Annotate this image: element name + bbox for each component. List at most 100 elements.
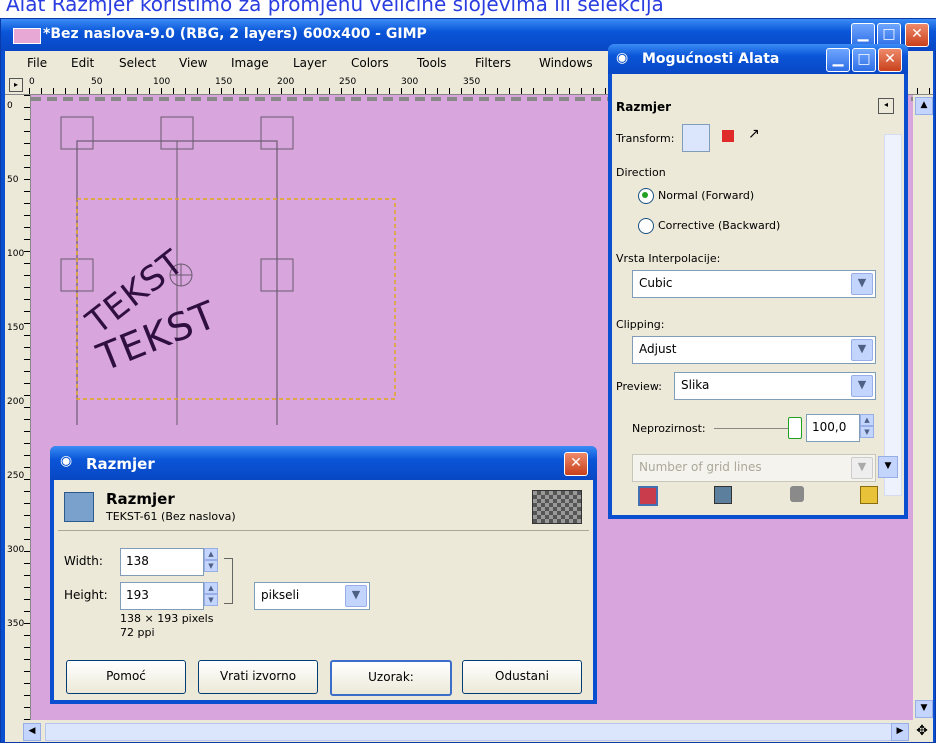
chevron-down-icon[interactable]: ▼ [851, 339, 873, 361]
menu-filters[interactable]: Filters [475, 56, 511, 70]
clipping-select[interactable]: Adjust ▼ [632, 336, 876, 364]
close-button[interactable]: ✕ [905, 23, 929, 47]
tool-options-titlebar[interactable]: ◉ Mogućnosti Alata ▁ □ ✕ [608, 44, 908, 74]
chevron-down-icon[interactable]: ▼ [851, 375, 873, 397]
direction-corrective-label: Corrective (Backward) [658, 219, 781, 232]
transform-layer-icon[interactable] [682, 124, 710, 152]
opacity-value: 100,0 [812, 420, 847, 434]
page-caption: Alat Razmjer koristimo za promjenu velič… [6, 0, 664, 16]
ruler-label: 300 [7, 545, 25, 555]
close-button[interactable]: ✕ [564, 452, 588, 476]
width-label: Width: [64, 554, 103, 568]
unit-select[interactable]: pikseli ▼ [254, 582, 370, 610]
width-spinner[interactable]: ▲ ▼ [204, 548, 218, 574]
ruler-label: 50 [91, 77, 103, 87]
minimize-button[interactable]: ▁ [826, 48, 850, 72]
tool-heading: Razmjer [616, 100, 671, 114]
direction-normal-label: Normal (Forward) [658, 189, 755, 202]
interpolation-label: Vrsta Interpolacije: [616, 252, 721, 265]
ruler-label: 200 [277, 77, 295, 87]
panel-menu-icon[interactable]: ▼ [878, 456, 898, 478]
quick-mask-icon[interactable]: ▸ [9, 78, 23, 92]
height-spinner[interactable]: ▲ ▼ [204, 582, 218, 608]
tool-options-title: Mogućnosti Alata [642, 51, 780, 67]
collapse-icon[interactable]: ◂ [878, 98, 894, 114]
reset-options-icon[interactable] [860, 486, 878, 504]
navigate-icon[interactable]: ✥ [913, 722, 931, 740]
width-input[interactable]: 138 [120, 548, 204, 576]
menu-file[interactable]: File [27, 56, 47, 70]
interpolation-select[interactable]: Cubic ▼ [632, 270, 876, 298]
scale-dialog-titlebar[interactable]: ◉ Razmjer ✕ [50, 446, 597, 480]
scroll-up-icon[interactable]: ▲ [915, 97, 933, 115]
scale-subheading: TEKST-61 (Bez naslova) [106, 510, 236, 523]
scale-button[interactable]: Uzorak: [330, 660, 452, 696]
direction-corrective-radio[interactable] [638, 218, 654, 234]
ruler-label: 100 [153, 77, 171, 87]
width-value: 138 [126, 554, 149, 568]
tool-options-dialog: ◉ Mogućnosti Alata ▁ □ ✕ Razmjer ◂ Trans… [608, 44, 908, 519]
delete-options-icon[interactable] [790, 486, 804, 502]
opacity-label: Neprozirnost: [632, 422, 706, 435]
vertical-ruler[interactable]: 0 50 100 150 200 250 300 350 [5, 95, 31, 720]
scroll-thumb[interactable] [45, 723, 897, 741]
preview-label: Preview: [616, 380, 662, 393]
chevron-down-icon[interactable]: ▼ [345, 585, 367, 607]
cancel-button[interactable]: Odustani [462, 660, 582, 694]
opacity-slider-track[interactable] [714, 428, 794, 429]
chevron-down-icon[interactable]: ▼ [851, 273, 873, 295]
menu-image[interactable]: Image [231, 56, 269, 70]
horizontal-scrollbar[interactable]: ◀ ▶ ✥ [5, 720, 933, 742]
preview-value: Slika [681, 378, 710, 392]
opacity-input[interactable]: 100,0 [806, 414, 860, 442]
menu-view[interactable]: View [179, 56, 207, 70]
ruler-label: 150 [7, 323, 25, 333]
help-button[interactable]: Pomoć [66, 660, 186, 694]
scale-dialog: ◉ Razmjer ✕ Razmjer TEKST-61 (Bez naslov… [50, 446, 597, 704]
divider [58, 530, 589, 531]
ruler-label: 0 [29, 77, 35, 87]
restore-options-icon[interactable] [714, 486, 732, 504]
direction-normal-radio[interactable] [638, 188, 654, 204]
height-input[interactable]: 193 [120, 582, 204, 610]
ruler-label: 100 [7, 249, 25, 259]
menu-edit[interactable]: Edit [71, 56, 94, 70]
tool-options-panel: Razmjer ◂ Transform: ↗ Direction Normal … [612, 74, 904, 515]
preview-select[interactable]: Slika ▼ [674, 372, 876, 400]
menu-colors[interactable]: Colors [351, 56, 389, 70]
ruler-label: 250 [339, 77, 357, 87]
scale-dialog-title: Razmjer [86, 455, 155, 473]
ruler-label: 350 [463, 77, 481, 87]
ruler-label: 0 [7, 101, 13, 111]
ruler-label: 150 [215, 77, 233, 87]
transform-selection-icon[interactable] [722, 130, 734, 142]
save-options-icon[interactable] [638, 486, 658, 506]
ruler-label: 200 [7, 397, 25, 407]
clipping-label: Clipping: [616, 318, 665, 331]
chain-link-icon[interactable] [224, 558, 233, 604]
scroll-left-icon[interactable]: ◀ [23, 723, 41, 741]
panel-scrollbar[interactable] [884, 134, 902, 496]
menu-select[interactable]: Select [119, 56, 156, 70]
menu-layer[interactable]: Layer [293, 56, 326, 70]
opacity-spinner[interactable]: ▲ ▼ [860, 414, 874, 440]
transform-overlay[interactable] [31, 95, 431, 425]
vertical-scrollbar[interactable]: ▲ ▼ [913, 95, 933, 720]
scroll-down-icon[interactable]: ▼ [915, 700, 933, 718]
scale-tool-icon [64, 492, 94, 522]
transform-label: Transform: [616, 132, 675, 145]
close-button[interactable]: ✕ [878, 48, 902, 72]
menu-tools[interactable]: Tools [417, 56, 447, 70]
menu-windows[interactable]: Windows [539, 56, 593, 70]
scroll-right-icon[interactable]: ▶ [891, 723, 909, 741]
maximize-button[interactable]: □ [852, 48, 876, 72]
opacity-slider-handle[interactable] [788, 417, 802, 439]
grid-lines-select[interactable]: Number of grid lines ▼ [632, 454, 876, 482]
gimp-app-icon: ◉ [60, 453, 73, 469]
transform-path-icon[interactable]: ↗ [748, 126, 760, 142]
ruler-ticks [24, 95, 30, 720]
ruler-label: 250 [7, 471, 25, 481]
reset-button[interactable]: Vrati izvorno [198, 660, 318, 694]
chevron-down-icon[interactable]: ▼ [851, 457, 873, 479]
gimp-app-icon: ◉ [616, 50, 629, 66]
